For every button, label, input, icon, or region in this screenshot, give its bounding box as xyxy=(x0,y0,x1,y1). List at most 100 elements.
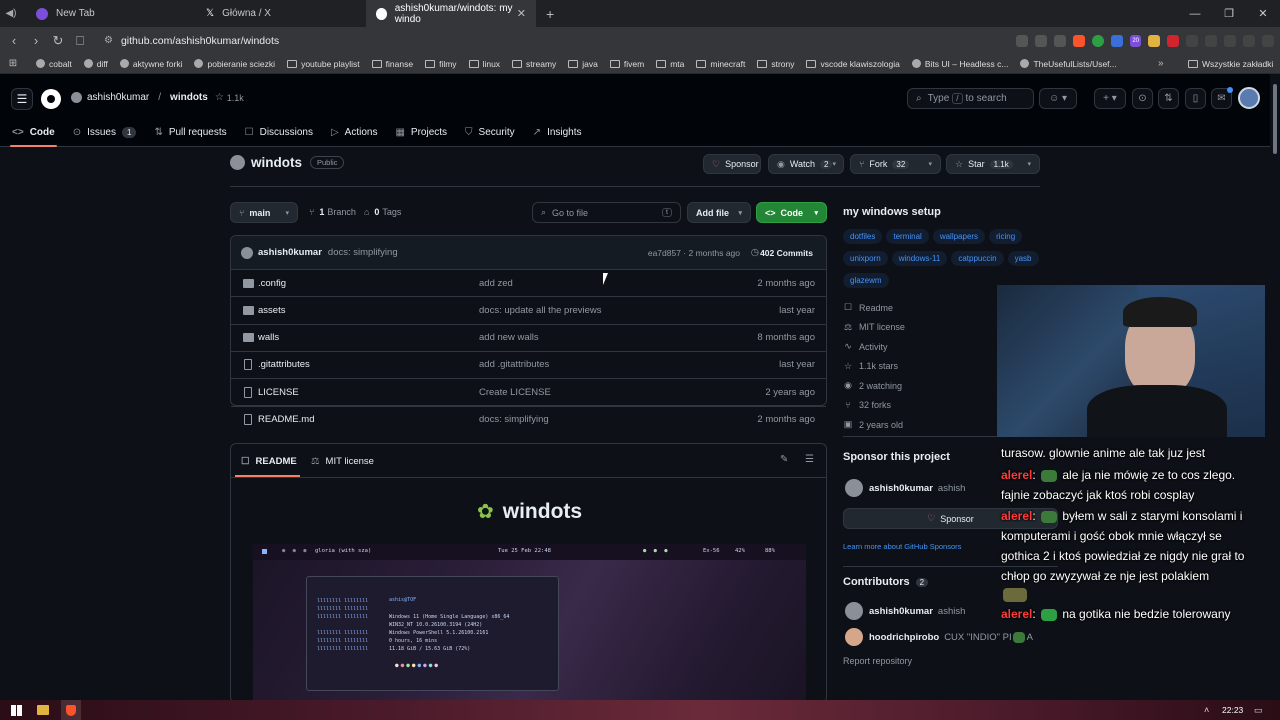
commit-hash-time[interactable]: ea7d857 · 2 months ago xyxy=(648,248,740,258)
reload-icon[interactable]: ↻ xyxy=(48,33,68,49)
badge-extension-icon[interactable]: 20 xyxy=(1130,34,1141,47)
owner-avatar[interactable] xyxy=(71,92,82,103)
extension-icon[interactable] xyxy=(1186,34,1198,47)
search-input[interactable]: ⌕ Type / to search xyxy=(907,88,1034,109)
file-commit-message[interactable]: docs: update all the previews xyxy=(479,305,602,316)
scrollbar-thumb[interactable] xyxy=(1273,84,1277,154)
topic-tag[interactable]: unixporn xyxy=(843,251,888,266)
hamburger-menu-icon[interactable]: ☰ xyxy=(11,88,33,110)
go-to-file-input[interactable]: ⌕ Go to file t xyxy=(532,202,681,223)
tab-license[interactable]: ⚖ MIT license xyxy=(311,456,374,467)
topic-tag[interactable]: terminal xyxy=(886,229,929,244)
repo-title[interactable]: windots xyxy=(251,155,302,170)
contributor-avatar[interactable] xyxy=(845,628,863,646)
tags-count[interactable]: 0 xyxy=(374,207,379,217)
sponsors-learn-more-link[interactable]: Learn more about GitHub Sponsors xyxy=(843,542,961,551)
topic-tag[interactable]: windows-11 xyxy=(891,251,948,266)
commits-link[interactable]: 402 Commits xyxy=(760,248,813,258)
bookmark-item[interactable]: finanse xyxy=(371,59,413,69)
contributor-avatar[interactable] xyxy=(845,602,863,620)
close-window-icon[interactable]: ✕ xyxy=(1246,0,1280,27)
tab-pull-requests[interactable]: ⇅ Pull requests xyxy=(154,118,226,147)
topic-tag[interactable]: dotfiles xyxy=(843,229,883,244)
windows-start-icon[interactable] xyxy=(11,704,22,716)
bookmark-item[interactable]: strony xyxy=(757,59,794,69)
topic-tag[interactable]: wallpapers xyxy=(932,229,986,244)
bookmark-item[interactable]: diff xyxy=(83,59,108,69)
bookmark-item[interactable]: minecraft xyxy=(696,59,745,69)
file-row[interactable]: .config add zed 2 months ago xyxy=(231,269,826,296)
tab-issues[interactable]: ⊙ Issues 1 xyxy=(73,118,137,147)
new-tab-button[interactable]: + xyxy=(546,6,554,22)
code-button[interactable]: <> Code ▾ xyxy=(756,202,827,223)
url-field[interactable]: ⚙ github.com/ashish0kumar/windots xyxy=(104,35,279,47)
owner-avatar[interactable] xyxy=(230,155,245,170)
menu-icon[interactable] xyxy=(1262,34,1274,47)
contributor-1[interactable]: ashish0kumar ashish xyxy=(845,602,965,620)
bookmark-item[interactable]: pobieranie sciezki xyxy=(194,59,275,69)
speaker-icon[interactable]: ◀) xyxy=(0,8,22,19)
extension-icon[interactable] xyxy=(1148,34,1160,47)
bookmark-item[interactable]: filmy xyxy=(425,59,457,69)
tab-code[interactable]: <> Code xyxy=(10,118,57,147)
sponsor-avatar[interactable] xyxy=(845,479,863,497)
share-icon[interactable] xyxy=(1054,34,1067,47)
tab-github-windots[interactable]: ashish0kumar/windots: my windo ✕ xyxy=(366,0,536,27)
file-name-link[interactable]: .gitattributes xyxy=(258,359,310,370)
tab-security[interactable]: ⛉ Security xyxy=(465,118,515,147)
cast-icon[interactable] xyxy=(1035,34,1048,47)
file-name-link[interactable]: .config xyxy=(258,278,286,289)
tab-projects[interactable]: ▦ Projects xyxy=(395,118,447,147)
file-row[interactable]: walls add new walls 8 months ago xyxy=(231,323,826,351)
file-commit-message[interactable]: Create LICENSE xyxy=(479,387,551,398)
bookmark-item[interactable]: mta xyxy=(656,59,684,69)
bookmark-item[interactable]: vscode klawiszologia xyxy=(806,59,900,69)
wallet-icon[interactable] xyxy=(1243,34,1255,47)
maximize-icon[interactable]: ❐ xyxy=(1212,0,1246,27)
bookmark-item[interactable]: streamy xyxy=(512,59,556,69)
bookmark-item[interactable]: linux xyxy=(468,59,500,69)
branch-selector[interactable]: ⑂ main ▾ xyxy=(230,202,298,223)
contributor-username[interactable]: hoodrichpirobo xyxy=(869,632,939,643)
bookmark-icon[interactable]: ⎕ xyxy=(70,33,90,49)
tab-new-tab[interactable]: New Tab xyxy=(26,0,196,27)
file-name-link[interactable]: walls xyxy=(258,332,279,343)
brave-shields-icon[interactable] xyxy=(1073,34,1086,47)
translate-icon[interactable] xyxy=(1016,34,1029,47)
puzzle-icon[interactable] xyxy=(1205,34,1217,47)
bookmarks-overflow-icon[interactable]: » xyxy=(1158,58,1164,69)
tab-insights[interactable]: ↗ Insights xyxy=(533,118,582,147)
tags-link[interactable]: Tags xyxy=(382,207,401,217)
apps-grid-icon[interactable]: ⊞ xyxy=(0,58,26,69)
contributors-heading[interactable]: Contributors 2 xyxy=(843,576,929,588)
bookmark-item[interactable]: Bits UI – Headless c... xyxy=(911,59,1008,69)
file-row[interactable]: .gitattributes add .gitattributes last yea… xyxy=(231,350,826,378)
close-tab-icon[interactable]: ✕ xyxy=(517,7,526,20)
file-commit-message[interactable]: add .gitattributes xyxy=(479,359,549,370)
tab-discussions[interactable]: ☐ Discussions xyxy=(245,118,313,147)
minimize-icon[interactable]: — xyxy=(1178,0,1212,27)
back-icon[interactable]: ‹ xyxy=(4,33,24,48)
sponsor-username[interactable]: ashish0kumar xyxy=(869,483,933,494)
notifications-icon[interactable]: ▭ xyxy=(1254,705,1263,716)
tab-readme[interactable]: ☐ README xyxy=(241,456,297,467)
repo-link[interactable]: windots xyxy=(170,92,208,103)
contributor-username[interactable]: ashish0kumar xyxy=(869,606,933,617)
topic-tag[interactable]: yasb xyxy=(1007,251,1039,266)
bookmark-item[interactable]: TheUsefulLists/Usef... xyxy=(1020,59,1117,69)
watch-button[interactable]: ◉ Watch 2 ▾ xyxy=(768,154,844,174)
file-name-link[interactable]: README.md xyxy=(258,414,314,425)
report-repository-link[interactable]: Report repository xyxy=(843,656,912,666)
file-explorer-icon[interactable] xyxy=(37,705,49,715)
file-name-link[interactable]: LICENSE xyxy=(258,387,299,398)
inbox-button[interactable]: ✉ xyxy=(1211,87,1233,109)
fork-button[interactable]: ⑂ Fork 32 ▾ xyxy=(850,154,941,174)
file-row[interactable]: LICENSE Create LICENSE 2 years ago xyxy=(231,378,826,405)
star-button[interactable]: ☆ Star 1.1k ▾ xyxy=(946,154,1040,174)
topic-tag[interactable]: glazewm xyxy=(843,273,889,288)
file-commit-message[interactable]: add zed xyxy=(479,278,513,289)
topic-tag[interactable]: ricing xyxy=(989,229,1023,244)
bookmark-item[interactable]: cobalt xyxy=(36,59,72,69)
extension-icon[interactable] xyxy=(1167,34,1179,47)
pull-requests-button[interactable]: ⇅ xyxy=(1158,88,1179,109)
